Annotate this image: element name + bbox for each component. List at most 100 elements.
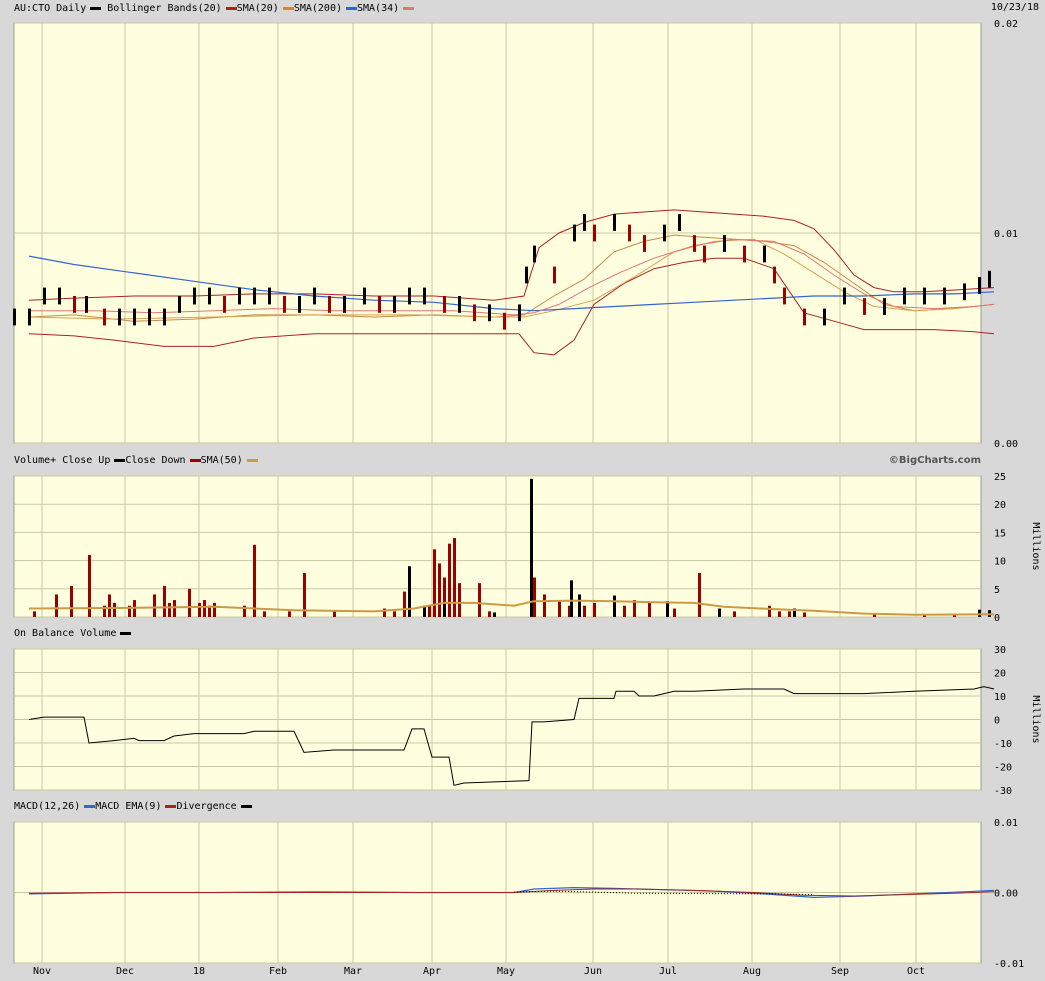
volume-bar-down <box>163 585 166 617</box>
price-bar <box>903 287 906 305</box>
vol-sma-label: SMA(50) <box>200 455 243 466</box>
price-bar <box>193 287 196 305</box>
price-bar <box>783 287 786 305</box>
price-bar <box>268 287 271 305</box>
x-tick-label: Mar <box>344 966 362 977</box>
price-bar <box>118 308 121 326</box>
price-bar <box>253 287 256 305</box>
volume-bar-down <box>333 611 336 617</box>
volume-bar-up <box>666 601 669 617</box>
volume-bar-down <box>213 602 216 617</box>
symbol-label: AU:CTO Daily <box>14 3 87 14</box>
x-tick-label: 18 <box>193 966 205 977</box>
y-tick-label: 0 <box>994 613 1000 624</box>
price-bar <box>525 266 528 284</box>
price-bar <box>503 312 506 330</box>
price-bar <box>73 296 76 313</box>
volume-bar-down <box>733 611 736 617</box>
price-bar <box>593 224 596 242</box>
y-tick-label: 0.01 <box>994 229 1018 240</box>
price-bar <box>298 296 301 313</box>
volume-bar-down <box>253 544 256 617</box>
volume-bar-down <box>188 588 191 617</box>
y-tick-label: -30 <box>994 786 1012 797</box>
y-tick-label: 0.00 <box>994 439 1018 450</box>
price-bar <box>643 235 646 252</box>
sma34-swatch <box>403 6 415 10</box>
price-bar <box>763 245 766 263</box>
volume-bar-down <box>168 602 171 617</box>
price-bar <box>103 308 106 326</box>
divergence-label: Divergence <box>176 801 237 812</box>
price-bar <box>863 298 866 315</box>
volume-bar-down <box>698 573 701 617</box>
volume-bar-down <box>788 611 791 617</box>
price-bar <box>283 296 286 313</box>
x-tick-label: Nov <box>33 966 51 977</box>
y-tick-label: -0.01 <box>994 959 1024 970</box>
sma200-label: SMA(200) <box>293 3 342 14</box>
volume-bar-down <box>263 611 266 617</box>
volume-bar-down <box>433 549 436 617</box>
chart-date: 10/23/18 <box>990 2 1039 13</box>
x-tick-label: Jul <box>659 966 677 977</box>
sma20-swatch <box>282 6 294 10</box>
volume-bar-up <box>530 478 533 617</box>
sma200-swatch <box>346 6 357 10</box>
price-bar <box>313 287 316 305</box>
volume-bar-down <box>533 577 536 617</box>
price-bar <box>133 308 136 326</box>
sma20-label: SMA(20) <box>236 3 279 14</box>
price-bar <box>238 287 241 305</box>
volume-bar-up <box>613 595 616 617</box>
price-bar <box>458 296 461 313</box>
price-bar <box>723 235 726 252</box>
price-bar <box>328 296 331 313</box>
price-bar <box>743 245 746 263</box>
price-bar <box>823 308 826 326</box>
y-tick-label: 10 <box>994 557 1006 568</box>
price-legend: AU:CTO Daily Bollinger Bands(20) SMA(20) S… <box>14 1 415 17</box>
volume-bar-down <box>623 605 626 617</box>
price-bar <box>583 214 586 231</box>
x-tick-label: Oct <box>907 966 925 977</box>
price-bar <box>978 277 981 294</box>
copyright[interactable]: ©BigCharts.com <box>889 453 981 469</box>
price-bar <box>843 287 846 305</box>
volume-label: Volume+ <box>14 455 57 466</box>
y-tick-label: -20 <box>994 763 1012 774</box>
volume-bar-down <box>458 583 461 617</box>
y-tick-label: 30 <box>994 645 1006 656</box>
close-up-label: Close Up <box>62 455 111 466</box>
volume-bar-down <box>438 563 441 617</box>
volume-bar-down <box>55 594 58 617</box>
x-tick-label: Jun <box>584 966 602 977</box>
price-bar <box>803 308 806 326</box>
chart-stage: 0.02 0.01 0.00 25 20 15 10 5 0 30 20 10 0 -10 -20 -30 0.… <box>0 0 1045 981</box>
price-bar <box>408 287 411 305</box>
volume-bar-down <box>403 591 406 617</box>
price-bar <box>378 296 381 313</box>
price-bar <box>943 287 946 305</box>
price-bar <box>488 304 491 322</box>
price-bar <box>393 296 396 313</box>
price-bar <box>208 287 211 305</box>
macd-ema-swatch <box>165 804 177 808</box>
volume-bar-down <box>478 583 481 617</box>
y-tick-label: 0.01 <box>994 818 1018 829</box>
obv-swatch <box>120 631 132 635</box>
price-bar <box>518 304 521 322</box>
volume-bar-up <box>570 580 573 617</box>
y-tick-label: 10 <box>994 692 1006 703</box>
panel-1 <box>13 475 982 618</box>
volume-bar-up <box>493 612 496 617</box>
volume-bar-down <box>558 600 561 617</box>
price-bar <box>988 270 991 288</box>
volume-bar-down <box>453 538 456 617</box>
price-bar <box>13 308 16 326</box>
volume-bar-down <box>198 602 201 617</box>
y-tick-label: 25 <box>994 472 1006 483</box>
volume-bar-down <box>673 608 676 617</box>
volume-bar-down <box>583 605 586 617</box>
volume-bar-down <box>203 600 206 617</box>
